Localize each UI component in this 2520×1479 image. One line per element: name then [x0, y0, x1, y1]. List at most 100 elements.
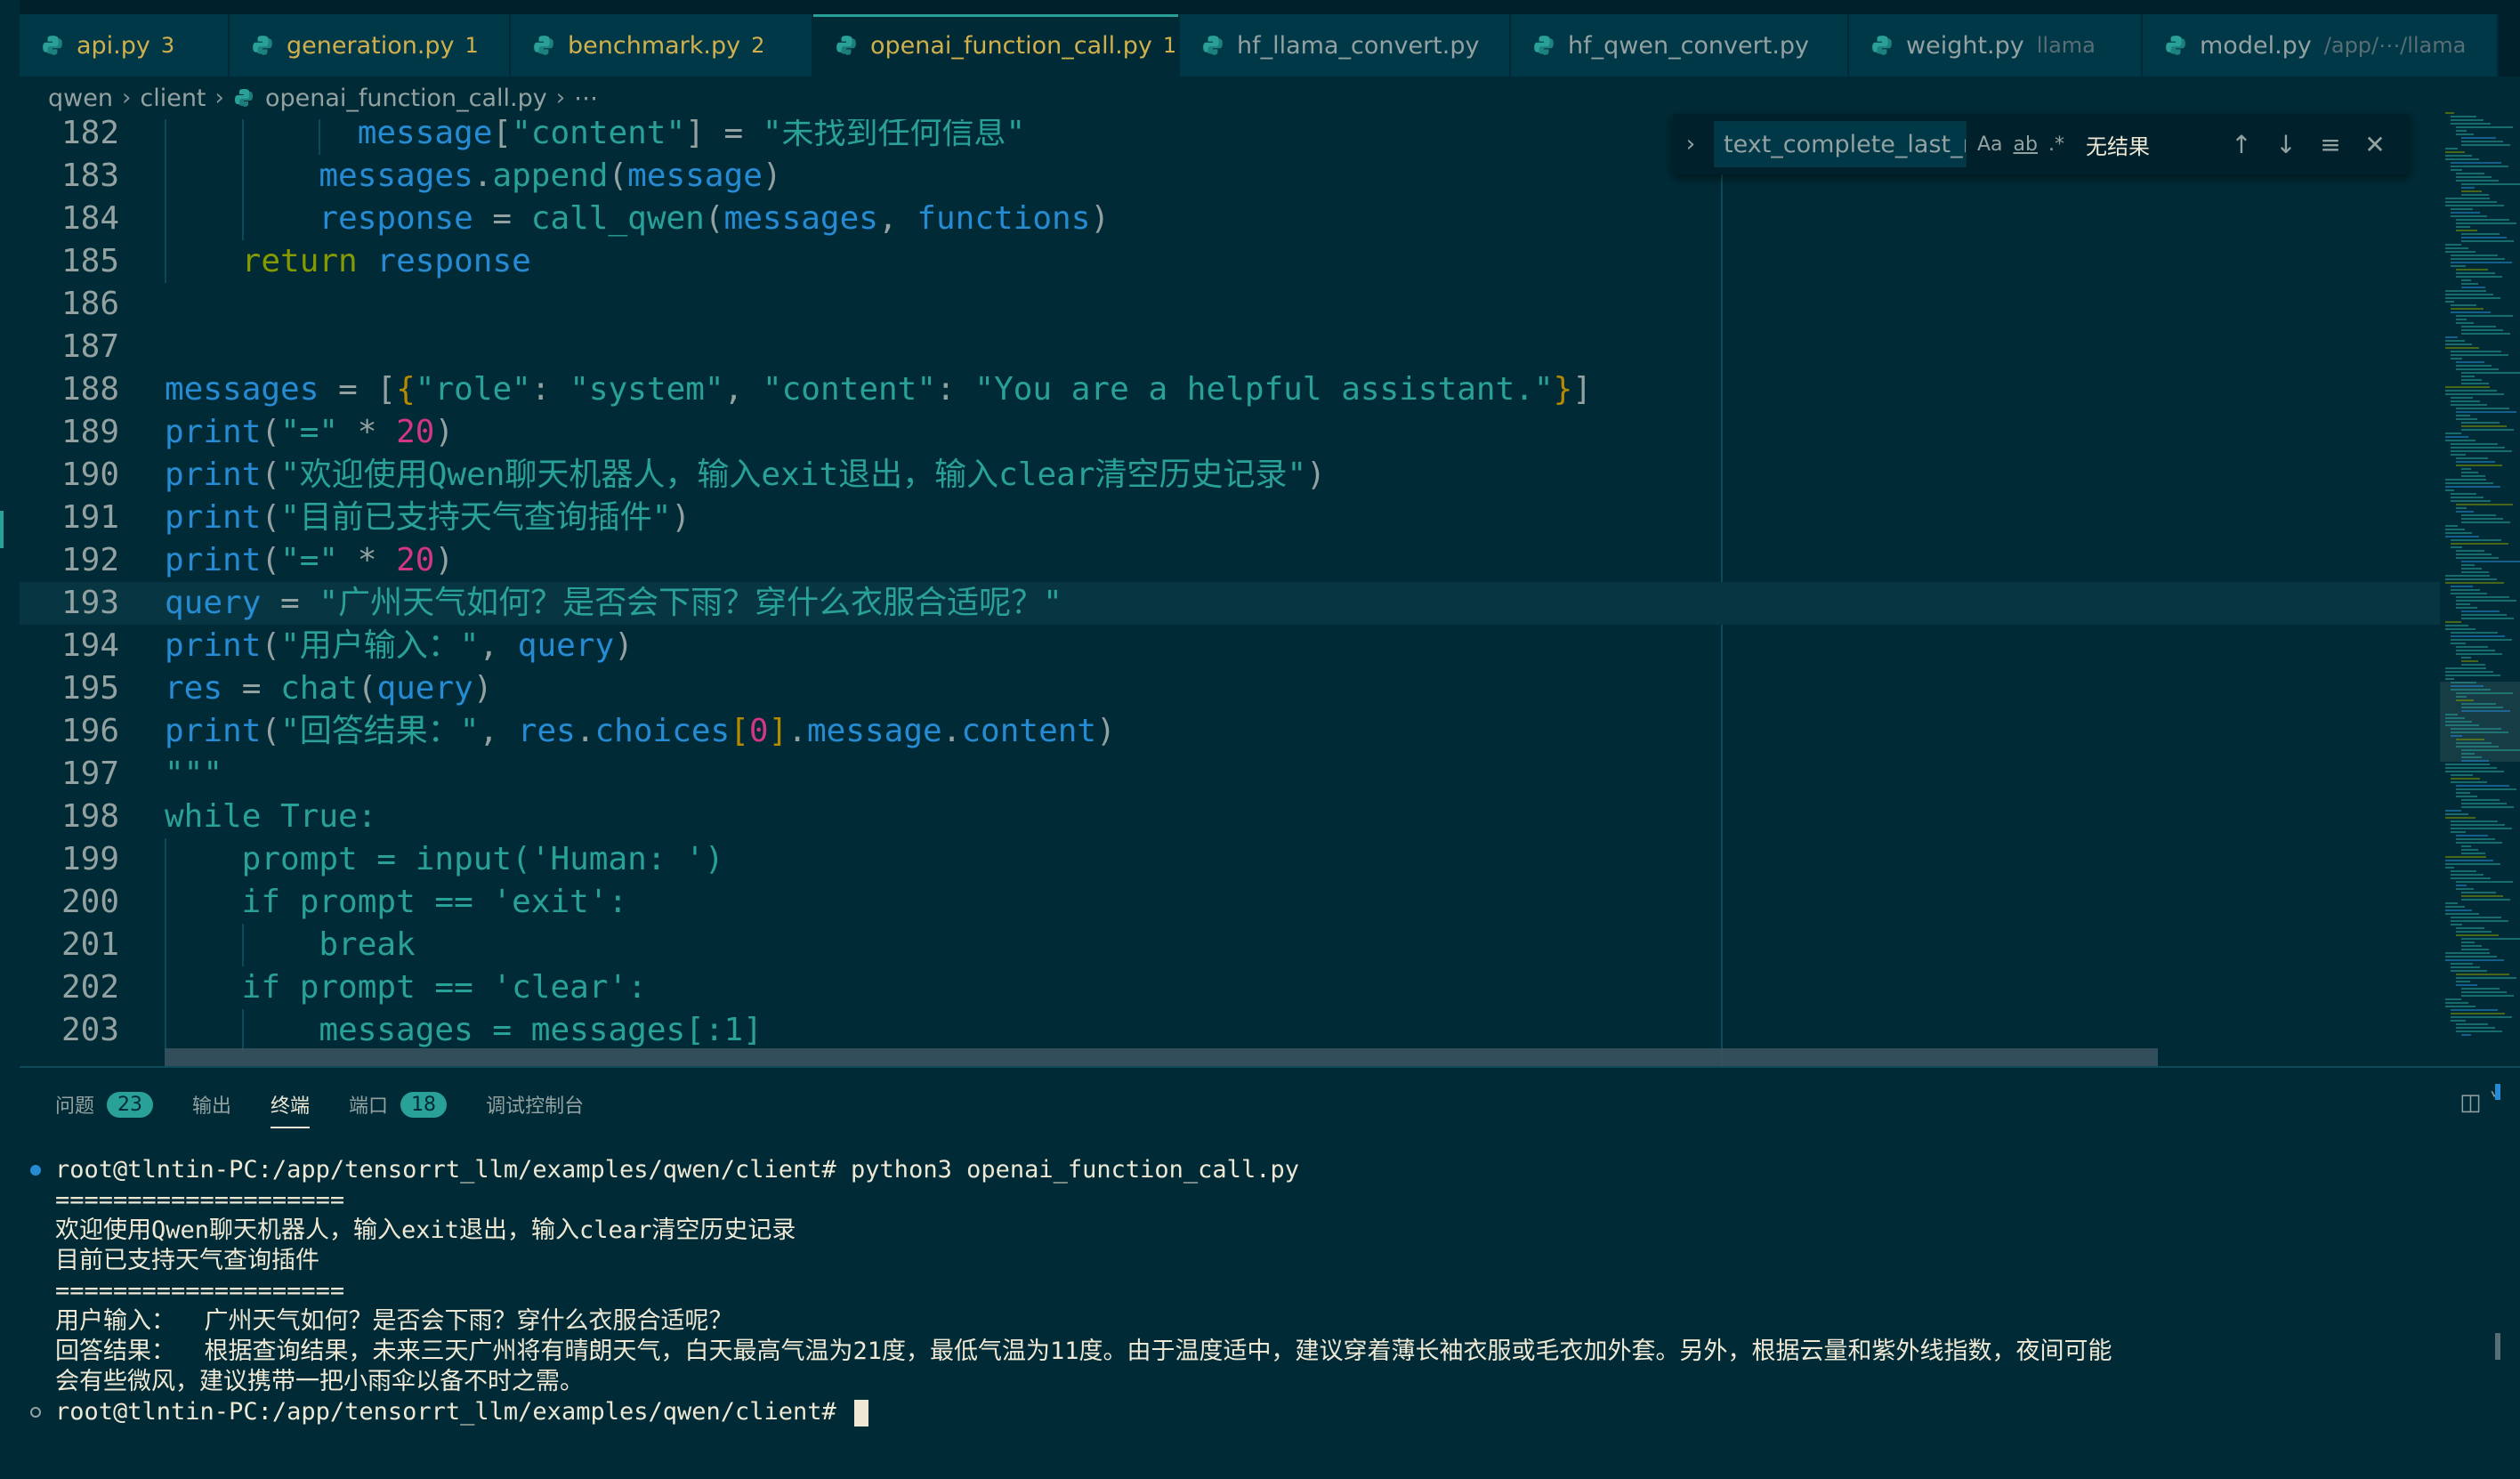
tab-hf_qwen_convert-py[interactable]: hf_qwen_convert.py: [1511, 14, 1849, 77]
minimap-line: [2445, 1002, 2468, 1004]
code-line[interactable]: 195 res = chat(query): [20, 667, 2440, 710]
code-editor[interactable]: 182 message["content"] = "未找到任何信息" 183 mess…: [20, 119, 2520, 1066]
code-line[interactable]: 184 response = call_qwen(messages, functi…: [20, 198, 2440, 240]
code-token: :: [936, 371, 975, 408]
minimap-line: [2461, 618, 2514, 619]
find-in-selection-icon[interactable]: ≡: [2308, 130, 2353, 159]
arrow-up-icon[interactable]: ↑: [2219, 130, 2264, 159]
minimap-line: [2451, 828, 2512, 829]
code-line[interactable]: 187: [20, 326, 2440, 368]
panel-tab[interactable]: 端口 18: [349, 1086, 448, 1123]
chevron-right-icon[interactable]: ›: [1673, 131, 1708, 158]
code-line[interactable]: 188 messages = [{"role": "system", "conte…: [20, 368, 2440, 411]
breadcrumb-item-file[interactable]: openai_function_call.py: [265, 85, 547, 112]
code-token: message: [806, 713, 942, 749]
code-line[interactable]: 203 messages = messages[:1]: [20, 1009, 2440, 1052]
minimap-line: [2461, 183, 2520, 185]
tab-openai_function_call-py[interactable]: openai_function_call.py1✕: [813, 14, 1180, 77]
whole-word-toggle[interactable]: ab: [2014, 133, 2038, 156]
minimap-line: [2451, 397, 2473, 399]
breadcrumb-item-client[interactable]: client: [140, 85, 206, 112]
code-line[interactable]: 186: [20, 283, 2440, 326]
code-text: while True:: [165, 796, 376, 838]
minimap-line: [2461, 664, 2485, 666]
panel-tab[interactable]: 调试控制台: [486, 1086, 584, 1123]
terminal-scrollbar[interactable]: [2495, 1084, 2500, 1362]
minimap-line: [2451, 262, 2512, 263]
find-input[interactable]: text_complete_last_m: [1714, 121, 1967, 167]
minimap-line: [2445, 952, 2490, 954]
command-success-dot[interactable]: [30, 1165, 41, 1176]
minimap-line: [2445, 675, 2500, 676]
minimap-line: [2451, 970, 2487, 972]
close-icon[interactable]: ✕: [2353, 130, 2397, 159]
tab-benchmark-py[interactable]: benchmark.py 2: [511, 14, 813, 77]
python-file-icon: [43, 36, 62, 55]
panel-tab[interactable]: 问题 23: [55, 1086, 154, 1123]
code-line[interactable]: 185 return response: [20, 240, 2440, 283]
scroll-thumb[interactable]: [2495, 1333, 2500, 1360]
code-token: res: [517, 713, 576, 749]
minimap-line: [2445, 856, 2486, 858]
line-number: 195: [61, 670, 119, 707]
command-pending-dot[interactable]: [30, 1407, 41, 1418]
code-line[interactable]: 201 break: [20, 924, 2440, 966]
minimap-line: [2456, 646, 2488, 648]
code-text: messages.append(message): [319, 155, 781, 198]
code-token: print: [165, 627, 262, 664]
code-line[interactable]: 198 while True:: [20, 796, 2440, 838]
code-line[interactable]: 197 """: [20, 753, 2440, 796]
minimap-line: [2461, 849, 2478, 851]
minimap-line: [2451, 404, 2487, 406]
terminal[interactable]: root@tlntin-PC:/app/tensorrt_llm/example…: [20, 1155, 2520, 1458]
minimap[interactable]: [2440, 112, 2520, 1063]
panel-tab[interactable]: 终端: [271, 1086, 311, 1128]
breadcrumb-item-qwen[interactable]: qwen: [48, 85, 113, 112]
code-token: =: [319, 371, 377, 408]
code-line[interactable]: 192 print("=" * 20): [20, 539, 2440, 582]
minimap-line: [2456, 600, 2516, 602]
minimap-line: [2461, 895, 2503, 897]
code-line[interactable]: 191 print("目前已支持天气查询插件"): [20, 497, 2440, 539]
horizontal-scrollbar[interactable]: [165, 1048, 2158, 1066]
code-token: =: [472, 200, 531, 237]
code-line[interactable]: 190 print("欢迎使用Qwen聊天机器人，输入exit退出，输入clear…: [20, 454, 2440, 497]
minimap-line: [2451, 963, 2473, 965]
minimap-line: [2461, 991, 2507, 993]
minimap-line: [2445, 771, 2504, 772]
chevron-right-icon: ›: [121, 85, 132, 111]
minimap-line: [2451, 400, 2480, 402]
chevron-right-icon: ›: [555, 85, 566, 111]
code-line[interactable]: 200 if prompt == 'exit':: [20, 881, 2440, 924]
code-line[interactable]: 193 query = "广州天气如何？是否会下雨？穿什么衣服合适呢？": [20, 582, 2440, 625]
tab-api-py[interactable]: api.py 3: [20, 14, 230, 77]
tab-generation-py[interactable]: generation.py 1: [230, 14, 511, 77]
minimap-line: [2456, 415, 2470, 416]
minimap-line: [2451, 493, 2476, 495]
minimap-line: [2451, 358, 2462, 360]
minimap-line: [2451, 735, 2462, 737]
minimap-line: [2456, 739, 2484, 740]
tab-model-py[interactable]: model.py/app/⋯/llama: [2143, 14, 2499, 77]
minimap-line: [2456, 269, 2488, 271]
code-line[interactable]: 194 print("用户输入：", query): [20, 625, 2440, 667]
indent-guide: [165, 240, 166, 283]
tab-hf_llama_convert-py[interactable]: hf_llama_convert.py: [1180, 14, 1511, 77]
breadcrumb-more[interactable]: ⋯: [574, 85, 598, 112]
minimap-line: [2445, 336, 2458, 338]
code-line[interactable]: 199 prompt = input('Human: '): [20, 838, 2440, 881]
arrow-down-icon[interactable]: ↓: [2264, 130, 2308, 159]
code-line[interactable]: 196 print("回答结果：", res.choices[0].message…: [20, 710, 2440, 753]
panel-tab[interactable]: 输出: [192, 1086, 231, 1123]
code-line[interactable]: 189 print("=" * 20): [20, 411, 2440, 454]
code-token: ,: [479, 713, 518, 749]
gutter-strip: [0, 0, 20, 1066]
minimap-line: [2445, 906, 2465, 908]
tab-weight-py[interactable]: weight.py llama: [1849, 14, 2143, 77]
match-case-toggle[interactable]: Aa: [1977, 133, 2003, 156]
tab-description: /app/⋯/llama: [2323, 33, 2467, 58]
regex-toggle[interactable]: .*: [2048, 133, 2064, 156]
code-line[interactable]: 202 if prompt == 'clear':: [20, 966, 2440, 1009]
code-token: print: [165, 499, 262, 536]
minimap-line: [2445, 489, 2454, 491]
